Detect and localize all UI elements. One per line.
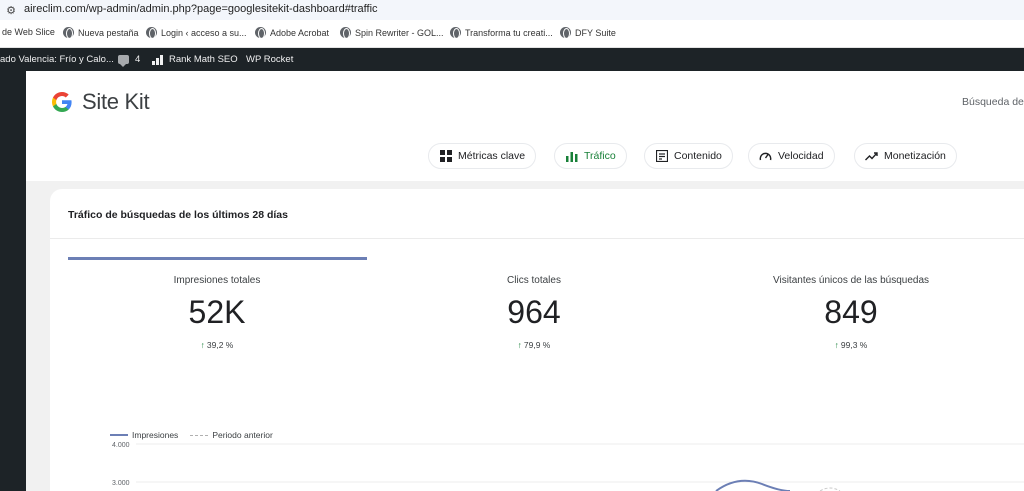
metric-label: Visitantes únicos de las búsquedas xyxy=(772,275,930,286)
metric-delta: ↑ 79,9 % xyxy=(384,340,684,350)
metric-delta: ↑ 99,3 % xyxy=(701,340,1001,350)
globe-icon xyxy=(340,27,351,39)
legend-swatch-previous xyxy=(190,434,209,436)
tab-contenido[interactable]: Contenido xyxy=(644,143,733,169)
wp-admin-bar: ado Valencia: Frío y Calo... 4 Rank Math… xyxy=(0,48,1024,71)
tab-velocidad[interactable]: Velocidad xyxy=(748,143,835,169)
site-info-icon[interactable]: ⚙ xyxy=(4,3,18,17)
bookmark-label: Nueva pestaña xyxy=(78,27,139,38)
search-traffic-card: Tráfico de búsquedas de los últimos 28 d… xyxy=(50,189,1024,491)
browser-address-bar[interactable]: ⚙ aireclim.com/wp-admin/admin.php?page=g… xyxy=(0,0,1024,20)
speedometer-icon xyxy=(759,150,772,163)
search-console-link[interactable]: Búsqueda de xyxy=(962,96,1024,108)
wp-admin-sidebar xyxy=(0,71,26,491)
globe-icon xyxy=(255,27,266,39)
tab-trafico[interactable]: Tráfico xyxy=(554,143,627,169)
tab-metricas-clave[interactable]: Métricas clave xyxy=(428,143,537,169)
traffic-line-chart: 4.000 3.000 xyxy=(112,442,1024,491)
tab-label: Monetización xyxy=(884,150,946,162)
legend-swatch-current xyxy=(110,434,128,436)
comments-count: 4 xyxy=(135,54,141,65)
divider xyxy=(50,238,1024,239)
delta-value: 99,3 % xyxy=(840,340,868,350)
bookmarks-bar: de Web Slice Nueva pestaña Login ‹ acces… xyxy=(0,20,1024,48)
trend-icon xyxy=(865,150,878,163)
admin-bar-site-name[interactable]: ado Valencia: Frío y Calo... xyxy=(0,54,114,65)
delta-value: 79,9 % xyxy=(523,340,551,350)
bookmark-item[interactable]: Adobe Acrobat xyxy=(255,27,330,39)
tab-label: Métricas clave xyxy=(458,150,526,162)
bookmark-label: de Web Slice xyxy=(2,27,55,37)
bookmark-item[interactable]: de Web Slice xyxy=(2,27,55,37)
rank-math-label: Rank Math SEO xyxy=(169,54,238,65)
tab-label: Contenido xyxy=(674,150,722,162)
rank-math-icon xyxy=(152,54,163,65)
globe-icon xyxy=(560,27,571,39)
bookmark-label: DFY Suite xyxy=(575,27,616,38)
admin-bar-comments[interactable]: 4 xyxy=(118,54,141,67)
sitekit-logo[interactable]: Site Kit xyxy=(50,89,150,115)
bookmark-label: Adobe Acrobat xyxy=(270,27,330,38)
tab-label: Velocidad xyxy=(778,150,824,162)
bookmark-item[interactable]: Login ‹ acceso a su... xyxy=(146,27,247,39)
document-icon xyxy=(655,150,668,163)
comment-icon xyxy=(118,55,129,67)
globe-icon xyxy=(63,27,74,39)
wp-rocket-label: WP Rocket xyxy=(246,54,294,65)
globe-icon xyxy=(146,27,157,39)
admin-bar-rank-math[interactable]: Rank Math SEO xyxy=(152,54,238,65)
metric-label: Clics totales xyxy=(507,275,561,286)
bookmark-item[interactable]: DFY Suite xyxy=(560,27,616,39)
metric-impressions[interactable]: Impresiones totales 52K ↑ 39,2 % xyxy=(67,275,367,350)
metric-value: 849 xyxy=(824,294,878,330)
grid-icon xyxy=(439,150,452,163)
tab-label: Tráfico xyxy=(584,150,616,162)
metric-clicks[interactable]: Clics totales 964 ↑ 79,9 % xyxy=(384,275,684,350)
main-content: Site Kit Búsqueda de Métricas clave Tráf… xyxy=(26,71,1024,491)
google-g-icon xyxy=(52,92,72,112)
app-name: Site Kit xyxy=(82,89,150,114)
metric-tab-indicator xyxy=(68,257,367,260)
metric-label: Impresiones totales xyxy=(173,275,261,286)
sitekit-header: Site Kit Búsqueda de Métricas clave Tráf… xyxy=(26,71,1024,181)
site-name-label: ado Valencia: Frío y Calo... xyxy=(0,54,114,65)
bookmark-label: Transforma tu creati... xyxy=(465,27,553,38)
arrow-up-icon: ↑ xyxy=(200,340,205,350)
arrow-up-icon: ↑ xyxy=(834,340,839,350)
bookmark-label: Spin Rewriter - GOL... xyxy=(355,27,444,38)
globe-icon xyxy=(450,27,461,39)
bookmark-item[interactable]: Spin Rewriter - GOL... xyxy=(340,27,444,39)
metric-value: 964 xyxy=(507,294,561,330)
bar-chart-icon xyxy=(565,150,578,163)
bookmark-label: Login ‹ acceso a su... xyxy=(161,27,247,38)
bookmark-item[interactable]: Nueva pestaña xyxy=(63,27,139,39)
arrow-up-icon: ↑ xyxy=(517,340,522,350)
card-title: Tráfico de búsquedas de los últimos 28 d… xyxy=(68,209,288,221)
y-tick-label: 3.000 xyxy=(112,480,130,487)
metric-delta: ↑ 39,2 % xyxy=(67,340,367,350)
y-tick-label: 4.000 xyxy=(112,442,130,449)
delta-value: 39,2 % xyxy=(206,340,234,350)
admin-bar-wp-rocket[interactable]: WP Rocket xyxy=(246,54,293,65)
bookmark-item[interactable]: Transforma tu creati... xyxy=(450,27,553,39)
url-text[interactable]: aireclim.com/wp-admin/admin.php?page=goo… xyxy=(24,3,378,15)
metric-unique-visitors[interactable]: Visitantes únicos de las búsquedas 849 ↑… xyxy=(701,275,1001,350)
tab-monetizacion[interactable]: Monetización xyxy=(854,143,957,169)
metric-value: 52K xyxy=(188,294,246,330)
